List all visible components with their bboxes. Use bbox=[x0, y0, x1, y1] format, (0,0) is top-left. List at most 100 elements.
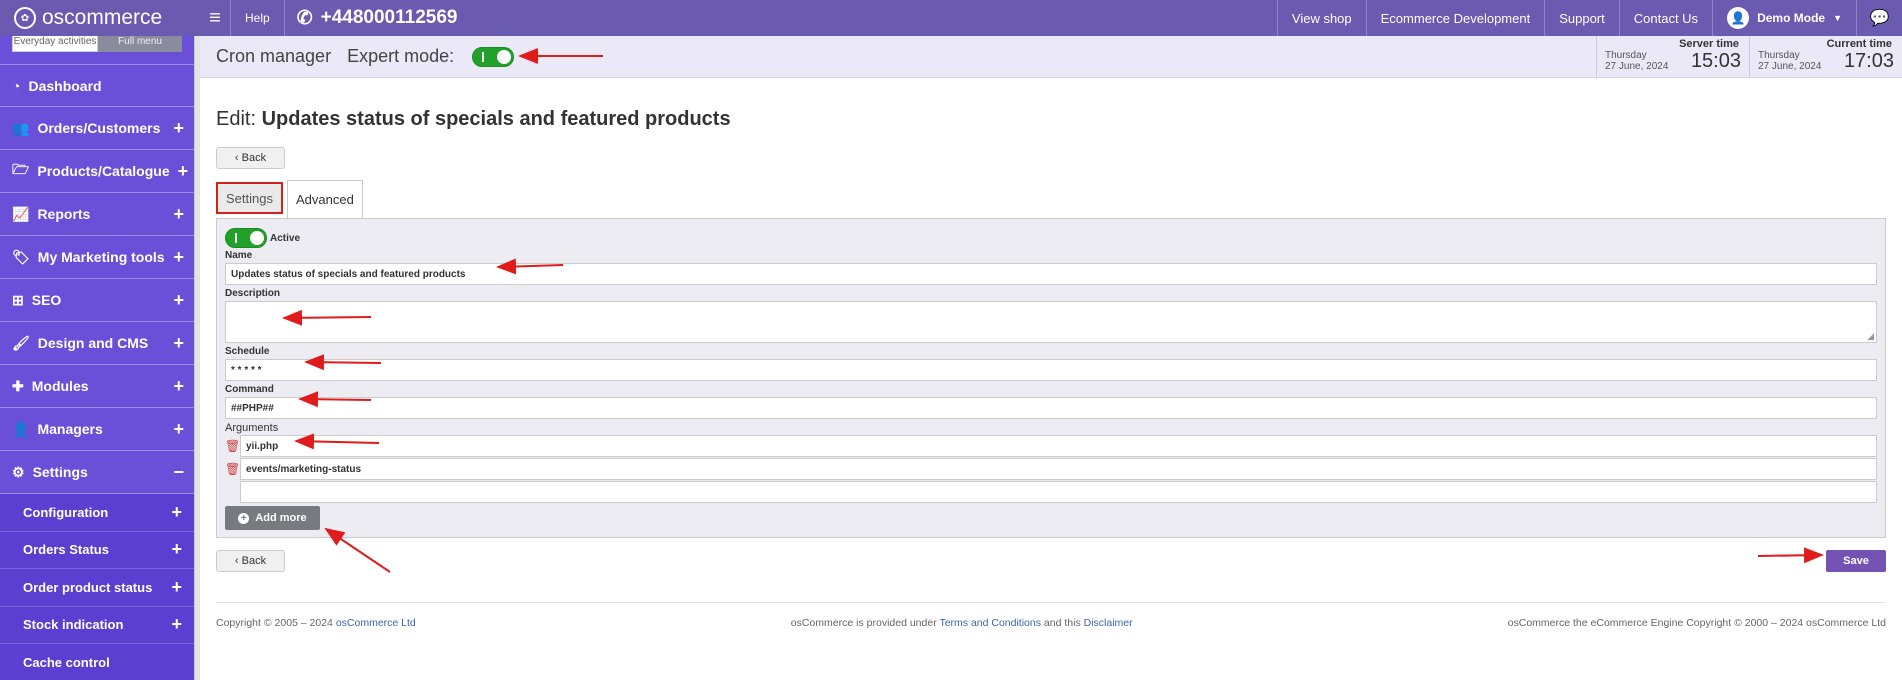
users-icon: 👥 bbox=[12, 119, 30, 136]
dashboard-icon: ◔ bbox=[12, 77, 21, 94]
expand-icon: + bbox=[173, 332, 184, 353]
sidebar-item-managers[interactable]: 👤 Managers + bbox=[0, 408, 194, 451]
user-avatar-icon: 👤 bbox=[1727, 7, 1750, 29]
sidebar: Everyday activities Full menu ◔ Dashboar… bbox=[0, 36, 194, 680]
page-title: Cron manager bbox=[216, 46, 332, 66]
sidebar-item-orders-customers[interactable]: 👥 Orders/Customers + bbox=[0, 107, 194, 150]
sidebar-subitem-configuration[interactable]: Configuration + bbox=[0, 494, 194, 532]
logo-icon: ✿ bbox=[14, 7, 36, 29]
sitemap-icon: ⊞ bbox=[12, 291, 24, 308]
user-name: Demo Mode bbox=[1757, 11, 1826, 25]
top-bar: ✿ oscommerce ≡ Help ✆ +448000112569 View… bbox=[0, 0, 1902, 36]
chart-icon: 📈 bbox=[12, 205, 30, 222]
description-label: Description bbox=[225, 288, 281, 299]
sidebar-item-design-cms[interactable]: 🖌 Design and CMS + bbox=[0, 322, 194, 365]
back-button-top[interactable]: ‹ Back bbox=[216, 147, 285, 169]
tag-icon: 🏷 bbox=[12, 248, 30, 265]
support-link[interactable]: Support bbox=[1544, 0, 1619, 36]
help-link[interactable]: Help bbox=[231, 0, 284, 36]
arguments-label: Arguments bbox=[225, 422, 279, 434]
plus-circle-icon: + bbox=[238, 512, 250, 524]
view-shop-link[interactable]: View shop bbox=[1276, 0, 1366, 36]
command-input[interactable]: ##PHP## bbox=[225, 397, 1877, 419]
schedule-label: Schedule bbox=[225, 346, 270, 357]
schedule-input[interactable]: * * * * * bbox=[225, 359, 1877, 381]
current-time: Current time Thursday 27 June, 2024 17:03 bbox=[1749, 35, 1902, 78]
tab-settings[interactable]: Settings bbox=[216, 182, 283, 214]
caret-down-icon: ▼ bbox=[1833, 13, 1842, 23]
name-label: Name bbox=[225, 250, 253, 261]
phone-icon: ✆ bbox=[296, 7, 313, 29]
settings-panel: Active Name Updates status of specials a… bbox=[216, 218, 1886, 538]
collapse-icon: − bbox=[173, 461, 184, 482]
expand-icon: + bbox=[171, 614, 182, 635]
footer: Copyright © 2005 – 2024 osCommerce Ltd o… bbox=[216, 602, 1886, 629]
sidebar-item-marketing-tools[interactable]: 🏷 My Marketing tools + bbox=[0, 236, 194, 279]
expand-icon: + bbox=[173, 246, 184, 267]
argument-input[interactable]: yii.php bbox=[240, 435, 1877, 457]
oscommerce-ltd-link[interactable]: osCommerce Ltd bbox=[336, 617, 416, 629]
expand-icon: + bbox=[173, 418, 184, 439]
disclaimer-link[interactable]: Disclaimer bbox=[1084, 617, 1133, 629]
command-label: Command bbox=[225, 384, 274, 395]
edit-heading: Edit: Updates status of specials and fea… bbox=[216, 108, 731, 130]
logo[interactable]: ✿ oscommerce bbox=[0, 0, 200, 36]
save-button[interactable]: Save bbox=[1826, 550, 1886, 572]
menu-mode-switch: Everyday activities Full menu bbox=[12, 36, 182, 52]
server-time: Server time Thursday 27 June, 2024 15:03 bbox=[1596, 35, 1749, 78]
footer-engine-copyright: osCommerce the eCommerce Engine Copyrigh… bbox=[1507, 617, 1886, 629]
expand-icon: + bbox=[171, 576, 182, 597]
user-menu[interactable]: 👤 Demo Mode ▼ bbox=[1712, 0, 1856, 36]
expand-icon: + bbox=[171, 539, 182, 560]
sidebar-item-dashboard[interactable]: ◔ Dashboard bbox=[0, 64, 194, 107]
expand-icon: + bbox=[173, 203, 184, 224]
sidebar-subitem-cache-control[interactable]: Cache control bbox=[0, 644, 194, 680]
sidebar-resize-handle[interactable] bbox=[194, 36, 200, 680]
everyday-activities-tab[interactable]: Everyday activities bbox=[12, 36, 98, 52]
tab-bar: Settings Advanced bbox=[216, 180, 1886, 218]
contact-us-link[interactable]: Contact Us bbox=[1618, 0, 1712, 36]
trash-icon[interactable]: 🗑 bbox=[225, 462, 240, 476]
menu-toggle-icon[interactable]: ≡ bbox=[200, 7, 230, 30]
sidebar-subitem-order-product-status[interactable]: Order product status + bbox=[0, 569, 194, 607]
phone-number[interactable]: ✆ +448000112569 bbox=[285, 7, 470, 30]
footer-copyright: Copyright © 2005 – 2024 osCommerce Ltd bbox=[216, 617, 416, 629]
name-input[interactable]: Updates status of specials and featured … bbox=[225, 263, 1877, 285]
sidebar-item-reports[interactable]: 📈 Reports + bbox=[0, 193, 194, 236]
add-more-button[interactable]: + Add more bbox=[225, 506, 320, 530]
ecommerce-development-link[interactable]: Ecommerce Development bbox=[1365, 0, 1545, 36]
sidebar-subitem-stock-indication[interactable]: Stock indication + bbox=[0, 606, 194, 644]
expand-icon: + bbox=[173, 289, 184, 310]
user-icon: 👤 bbox=[12, 420, 30, 437]
expert-mode-label: Expert mode: bbox=[347, 46, 455, 66]
active-toggle[interactable] bbox=[225, 228, 267, 248]
expand-icon: + bbox=[171, 501, 182, 522]
puzzle-icon: ✚ bbox=[12, 377, 24, 394]
sidebar-item-products-catalogue[interactable]: 🗁 Products/Catalogue + bbox=[0, 150, 194, 193]
sidebar-item-seo[interactable]: ⊞ SEO + bbox=[0, 279, 194, 322]
sidebar-item-modules[interactable]: ✚ Modules + bbox=[0, 365, 194, 408]
footer-license: osCommerce is provided under Terms and C… bbox=[790, 617, 1133, 629]
expand-icon: + bbox=[177, 160, 189, 181]
argument-input-empty[interactable] bbox=[239, 481, 1877, 503]
argument-row bbox=[225, 481, 1877, 503]
back-button-bottom[interactable]: ‹ Back bbox=[216, 550, 285, 572]
chat-icon[interactable]: 💬 bbox=[1856, 0, 1902, 36]
sidebar-item-settings[interactable]: ⚙ Settings − bbox=[0, 451, 194, 494]
logo-text: oscommerce bbox=[42, 6, 163, 29]
tab-advanced[interactable]: Advanced bbox=[286, 180, 363, 218]
argument-row: 🗑 yii.php bbox=[225, 435, 1877, 457]
description-textarea[interactable]: ◢ bbox=[225, 301, 1877, 343]
trash-icon[interactable]: 🗑 bbox=[225, 439, 240, 453]
sidebar-subitem-orders-status[interactable]: Orders Status + bbox=[0, 531, 194, 569]
expand-icon: + bbox=[173, 117, 184, 138]
resize-grip-icon: ◢ bbox=[1867, 331, 1874, 341]
terms-link[interactable]: Terms and Conditions bbox=[939, 617, 1041, 629]
active-label: Active bbox=[270, 232, 301, 244]
cogs-icon: ⚙ bbox=[12, 463, 25, 480]
expert-mode-toggle[interactable] bbox=[472, 46, 515, 67]
argument-input[interactable]: events/marketing-status bbox=[240, 458, 1877, 480]
full-menu-tab[interactable]: Full menu bbox=[98, 36, 182, 52]
folder-icon: 🗁 bbox=[12, 161, 30, 177]
expand-icon: + bbox=[173, 375, 184, 396]
